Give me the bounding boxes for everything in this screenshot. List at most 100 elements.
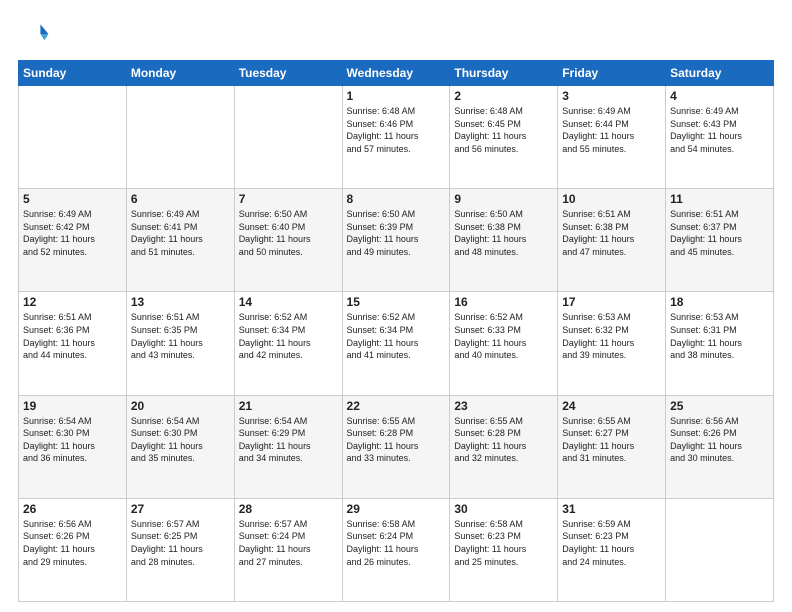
day-info: Sunrise: 6:55 AM Sunset: 6:27 PM Dayligh… [562,415,661,465]
calendar-cell: 4 Sunrise: 6:49 AM Sunset: 6:43 PM Daylig… [666,86,774,189]
day-number: 20 [131,399,230,413]
day-header-wednesday: Wednesday [342,61,450,86]
calendar-cell: 10 Sunrise: 6:51 AM Sunset: 6:38 PM Dayli… [558,189,666,292]
day-number: 23 [454,399,553,413]
day-info: Sunrise: 6:49 AM Sunset: 6:41 PM Dayligh… [131,208,230,258]
day-number: 18 [670,295,769,309]
calendar-cell: 22 Sunrise: 6:55 AM Sunset: 6:28 PM Dayli… [342,395,450,498]
day-number: 24 [562,399,661,413]
day-number: 1 [347,89,446,103]
day-info: Sunrise: 6:51 AM Sunset: 6:35 PM Dayligh… [131,311,230,361]
calendar-cell: 25 Sunrise: 6:56 AM Sunset: 6:26 PM Dayli… [666,395,774,498]
calendar-week-1: 1Sunrise: 6:48 AM Sunset: 6:46 PM Daylig… [19,86,774,189]
day-number: 21 [239,399,338,413]
calendar-cell: 21Sunrise: 6:54 AM Sunset: 6:29 PM Dayli… [234,395,342,498]
calendar-week-4: 19 Sunrise: 6:54 AM Sunset: 6:30 PM Dayli… [19,395,774,498]
day-header-monday: Monday [126,61,234,86]
day-number: 4 [670,89,769,103]
calendar-cell: 2 Sunrise: 6:48 AM Sunset: 6:45 PM Daylig… [450,86,558,189]
calendar-cell: 24 Sunrise: 6:55 AM Sunset: 6:27 PM Dayli… [558,395,666,498]
calendar-week-5: 26Sunrise: 6:56 AM Sunset: 6:26 PM Dayli… [19,498,774,601]
calendar-cell [666,498,774,601]
calendar-cell: 14Sunrise: 6:52 AM Sunset: 6:34 PM Dayli… [234,292,342,395]
day-info: Sunrise: 6:52 AM Sunset: 6:34 PM Dayligh… [347,311,446,361]
day-info: Sunrise: 6:55 AM Sunset: 6:28 PM Dayligh… [347,415,446,465]
calendar-cell: 29 Sunrise: 6:58 AM Sunset: 6:24 PM Dayli… [342,498,450,601]
calendar-cell: 5 Sunrise: 6:49 AM Sunset: 6:42 PM Daylig… [19,189,127,292]
day-number: 12 [23,295,122,309]
day-number: 10 [562,192,661,206]
page: SundayMondayTuesdayWednesdayThursdayFrid… [0,0,792,612]
day-info: Sunrise: 6:49 AM Sunset: 6:43 PM Dayligh… [670,105,769,155]
day-info: Sunrise: 6:53 AM Sunset: 6:32 PM Dayligh… [562,311,661,361]
calendar-cell: 9 Sunrise: 6:50 AM Sunset: 6:38 PM Daylig… [450,189,558,292]
day-info: Sunrise: 6:51 AM Sunset: 6:38 PM Dayligh… [562,208,661,258]
day-number: 11 [670,192,769,206]
day-info: Sunrise: 6:48 AM Sunset: 6:45 PM Dayligh… [454,105,553,155]
day-number: 13 [131,295,230,309]
day-info: Sunrise: 6:57 AM Sunset: 6:24 PM Dayligh… [239,518,338,568]
calendar-cell: 11 Sunrise: 6:51 AM Sunset: 6:37 PM Dayli… [666,189,774,292]
calendar-cell: 15 Sunrise: 6:52 AM Sunset: 6:34 PM Dayli… [342,292,450,395]
calendar-cell: 31Sunrise: 6:59 AM Sunset: 6:23 PM Dayli… [558,498,666,601]
day-number: 19 [23,399,122,413]
calendar-cell: 30Sunrise: 6:58 AM Sunset: 6:23 PM Dayli… [450,498,558,601]
calendar-week-3: 12 Sunrise: 6:51 AM Sunset: 6:36 PM Dayli… [19,292,774,395]
day-info: Sunrise: 6:59 AM Sunset: 6:23 PM Dayligh… [562,518,661,568]
calendar-cell [234,86,342,189]
day-number: 22 [347,399,446,413]
day-info: Sunrise: 6:55 AM Sunset: 6:28 PM Dayligh… [454,415,553,465]
day-number: 6 [131,192,230,206]
calendar-cell: 19 Sunrise: 6:54 AM Sunset: 6:30 PM Dayli… [19,395,127,498]
calendar-cell [19,86,127,189]
day-info: Sunrise: 6:53 AM Sunset: 6:31 PM Dayligh… [670,311,769,361]
calendar-cell: 18 Sunrise: 6:53 AM Sunset: 6:31 PM Dayli… [666,292,774,395]
calendar-cell: 23 Sunrise: 6:55 AM Sunset: 6:28 PM Dayli… [450,395,558,498]
day-info: Sunrise: 6:50 AM Sunset: 6:39 PM Dayligh… [347,208,446,258]
calendar-cell: 3 Sunrise: 6:49 AM Sunset: 6:44 PM Daylig… [558,86,666,189]
day-info: Sunrise: 6:56 AM Sunset: 6:26 PM Dayligh… [670,415,769,465]
day-number: 2 [454,89,553,103]
day-info: Sunrise: 6:58 AM Sunset: 6:24 PM Dayligh… [347,518,446,568]
day-number: 8 [347,192,446,206]
day-info: Sunrise: 6:51 AM Sunset: 6:37 PM Dayligh… [670,208,769,258]
day-info: Sunrise: 6:58 AM Sunset: 6:23 PM Dayligh… [454,518,553,568]
day-number: 26 [23,502,122,516]
calendar-cell: 7 Sunrise: 6:50 AM Sunset: 6:40 PM Daylig… [234,189,342,292]
day-header-tuesday: Tuesday [234,61,342,86]
day-info: Sunrise: 6:57 AM Sunset: 6:25 PM Dayligh… [131,518,230,568]
calendar-week-2: 5 Sunrise: 6:49 AM Sunset: 6:42 PM Daylig… [19,189,774,292]
day-info: Sunrise: 6:49 AM Sunset: 6:44 PM Dayligh… [562,105,661,155]
day-number: 29 [347,502,446,516]
day-number: 9 [454,192,553,206]
day-number: 5 [23,192,122,206]
logo [18,18,54,50]
calendar-cell [126,86,234,189]
calendar-cell: 13 Sunrise: 6:51 AM Sunset: 6:35 PM Dayli… [126,292,234,395]
day-info: Sunrise: 6:54 AM Sunset: 6:30 PM Dayligh… [131,415,230,465]
calendar-cell: 26Sunrise: 6:56 AM Sunset: 6:26 PM Dayli… [19,498,127,601]
calendar-cell: 20 Sunrise: 6:54 AM Sunset: 6:30 PM Dayli… [126,395,234,498]
day-header-thursday: Thursday [450,61,558,86]
day-info: Sunrise: 6:49 AM Sunset: 6:42 PM Dayligh… [23,208,122,258]
day-number: 25 [670,399,769,413]
calendar-cell: 27 Sunrise: 6:57 AM Sunset: 6:25 PM Dayli… [126,498,234,601]
logo-icon [18,18,50,50]
day-info: Sunrise: 6:54 AM Sunset: 6:30 PM Dayligh… [23,415,122,465]
calendar-cell: 17 Sunrise: 6:53 AM Sunset: 6:32 PM Dayli… [558,292,666,395]
day-info: Sunrise: 6:51 AM Sunset: 6:36 PM Dayligh… [23,311,122,361]
day-number: 14 [239,295,338,309]
calendar-cell: 1Sunrise: 6:48 AM Sunset: 6:46 PM Daylig… [342,86,450,189]
day-number: 7 [239,192,338,206]
header [18,18,774,50]
day-number: 17 [562,295,661,309]
day-number: 15 [347,295,446,309]
day-header-saturday: Saturday [666,61,774,86]
day-info: Sunrise: 6:50 AM Sunset: 6:38 PM Dayligh… [454,208,553,258]
calendar-cell: 16Sunrise: 6:52 AM Sunset: 6:33 PM Dayli… [450,292,558,395]
day-number: 3 [562,89,661,103]
day-info: Sunrise: 6:50 AM Sunset: 6:40 PM Dayligh… [239,208,338,258]
calendar-cell: 12 Sunrise: 6:51 AM Sunset: 6:36 PM Dayli… [19,292,127,395]
day-number: 27 [131,502,230,516]
calendar: SundayMondayTuesdayWednesdayThursdayFrid… [18,60,774,602]
